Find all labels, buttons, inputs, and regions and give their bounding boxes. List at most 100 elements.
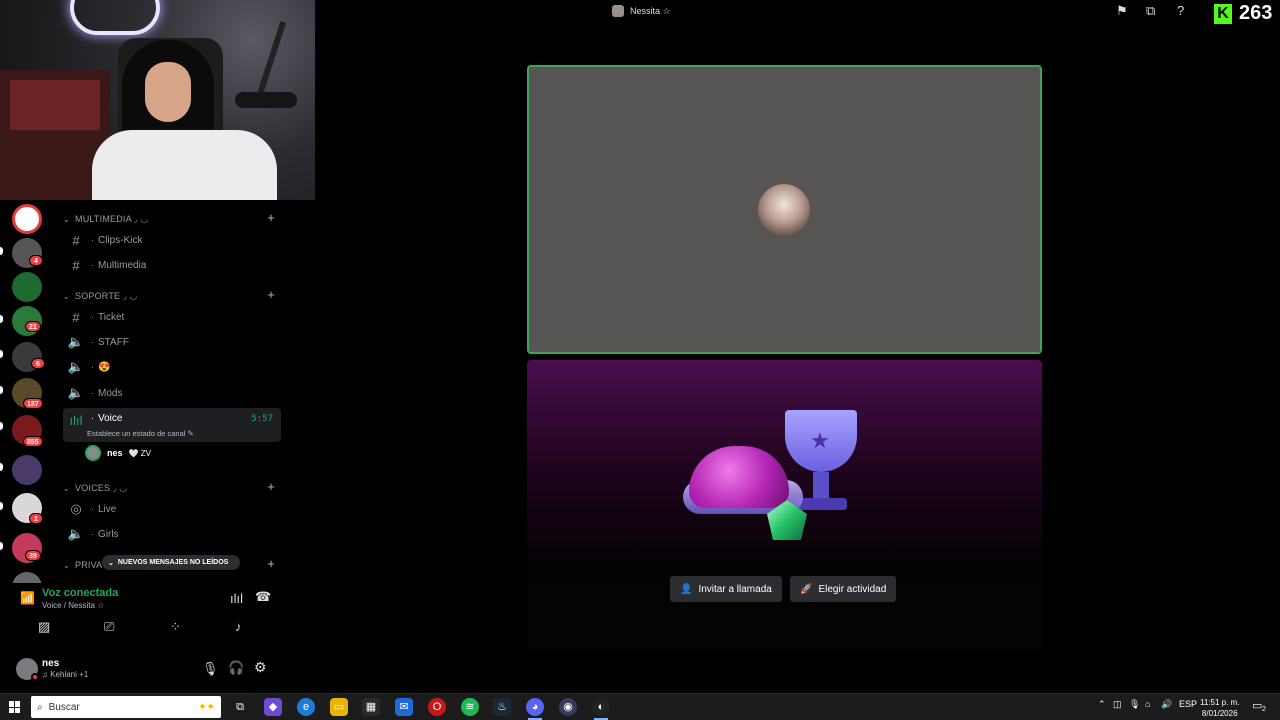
category-voices[interactable]: ⌄ VOICES ◞ ◡ + bbox=[63, 479, 277, 497]
status-indicator bbox=[31, 673, 39, 681]
language-indicator[interactable]: ESP bbox=[1179, 699, 1197, 709]
channel-status-prompt[interactable]: Establece un estado de canal ✎ bbox=[87, 429, 194, 438]
channel-dot: · bbox=[91, 362, 94, 372]
activity-label: Elegir actividad bbox=[818, 583, 887, 595]
spotify-icon[interactable]: ≋ bbox=[461, 698, 479, 716]
add-channel-icon[interactable]: + bbox=[267, 287, 275, 302]
neon-light bbox=[70, 0, 160, 35]
channel-label: Ticket bbox=[98, 311, 125, 323]
settings-gear-icon[interactable]: ⚙ bbox=[254, 659, 267, 676]
channel-label: Mods bbox=[98, 387, 123, 399]
channel-live[interactable]: ◎ · Live bbox=[63, 498, 281, 520]
taskbar-clock[interactable]: 11:51 p. m. 8/01/2026 bbox=[1200, 697, 1239, 719]
participant-tile[interactable] bbox=[527, 65, 1042, 354]
obs-icon[interactable]: ◐ bbox=[592, 698, 610, 716]
help-icon[interactable]: ? bbox=[1177, 3, 1184, 18]
sparkle-icon: ✦✦ bbox=[198, 701, 215, 713]
channel-voice-active[interactable]: ılıl · Voice 5:57 Establece un estado de… bbox=[63, 408, 281, 442]
username[interactable]: nes bbox=[42, 658, 59, 669]
call-title: Nessita ☆ bbox=[612, 4, 671, 18]
hashtag-icon: # bbox=[72, 257, 80, 273]
chevron-down-icon: ⌄ bbox=[63, 483, 70, 493]
voice-activity-icon: ılıl bbox=[69, 413, 83, 428]
camera-off-icon[interactable]: ▨ bbox=[38, 619, 50, 635]
app-icon[interactable]: ◉ bbox=[559, 698, 577, 716]
file-explorer-icon[interactable]: ▭ bbox=[330, 698, 348, 716]
channel-clips-kick[interactable]: # · Clips-Kick bbox=[63, 229, 281, 251]
signal-icon[interactable]: 📶 bbox=[20, 591, 35, 605]
unread-pill bbox=[0, 350, 3, 358]
unread-pill bbox=[0, 386, 3, 394]
mail-icon[interactable]: ✉ bbox=[395, 698, 413, 716]
server-folder-4[interactable] bbox=[12, 455, 42, 485]
chevron-down-icon: ⌄ bbox=[63, 291, 70, 301]
unread-pill bbox=[0, 463, 3, 471]
steam-icon[interactable]: ♨ bbox=[493, 698, 511, 716]
voice-status[interactable]: Voz conectada bbox=[42, 587, 118, 599]
shell-illustration bbox=[689, 446, 789, 508]
channel-staff[interactable]: 🔈 · STAFF bbox=[63, 331, 281, 353]
category-label: VOICES ◞ ◡ bbox=[75, 482, 128, 493]
stage-icon: ◎ bbox=[70, 501, 82, 516]
channel-label: Voice bbox=[98, 413, 123, 424]
channel-multimedia[interactable]: # · Multimedia bbox=[63, 254, 281, 276]
chevron-down-icon: ⌄ bbox=[63, 560, 70, 570]
soundboard-icon[interactable]: ♪ bbox=[235, 619, 242, 634]
store-icon[interactable]: ▦ bbox=[362, 698, 380, 716]
screen-share-icon[interactable]: ⎚ bbox=[104, 619, 114, 635]
server-badge: 1 bbox=[29, 513, 43, 524]
microphone-icon[interactable]: 🎙 bbox=[202, 661, 219, 677]
channel-girls[interactable]: 🔈 · Girls bbox=[63, 523, 281, 545]
noise-suppression-icon[interactable]: ılıl bbox=[230, 591, 243, 606]
category-label: MULTIMEDIA ◞ ◡ bbox=[75, 213, 149, 224]
avatar bbox=[612, 5, 624, 17]
server-badge: 4 bbox=[29, 255, 43, 266]
user-activity: ♫ Kehlani +1 bbox=[42, 670, 89, 679]
kick-viewer-counter: K 263 bbox=[1214, 2, 1272, 25]
unread-pill bbox=[0, 247, 3, 255]
microphone-icon[interactable]: 🎙 bbox=[1129, 699, 1140, 710]
webcam-overlay bbox=[0, 0, 315, 200]
activities-icon[interactable]: ⁘ bbox=[170, 619, 181, 635]
channel-label: Girls bbox=[98, 528, 119, 540]
hashtag-icon: # bbox=[72, 309, 80, 325]
channel-ticket[interactable]: # · Ticket bbox=[63, 306, 281, 328]
opera-icon[interactable]: O bbox=[428, 698, 446, 716]
headphones-icon[interactable]: 🎧 bbox=[228, 660, 244, 676]
channel-label: Multimedia bbox=[98, 259, 147, 271]
add-channel-icon[interactable]: + bbox=[267, 479, 275, 494]
server-icon-1[interactable] bbox=[12, 204, 42, 234]
popout-icon[interactable]: ⧉ bbox=[1146, 3, 1155, 19]
copilot-icon[interactable]: ◆ bbox=[264, 698, 282, 716]
channel-label: Live bbox=[98, 503, 117, 515]
invite-to-call-button[interactable]: 👤 Invitar a llamada bbox=[670, 576, 782, 602]
add-channel-icon[interactable]: + bbox=[267, 556, 275, 571]
disconnect-icon[interactable]: ☎ bbox=[255, 589, 271, 605]
flag-icon[interactable]: ⚑ bbox=[1116, 3, 1128, 19]
edge-icon[interactable]: e bbox=[297, 698, 315, 716]
notification-count: 2 bbox=[1262, 706, 1266, 713]
choose-activity-button[interactable]: 🚀 Elegir actividad bbox=[790, 576, 897, 602]
notifications-icon[interactable]: ▭ bbox=[1252, 699, 1262, 712]
server-icon-3[interactable] bbox=[12, 272, 42, 302]
volume-icon[interactable]: 🔊 bbox=[1161, 699, 1172, 710]
channel-dot: · bbox=[91, 413, 94, 423]
new-unread-messages-pill[interactable]: ⌄ NUEVOS MENSAJES NO LEÍDOS bbox=[102, 555, 240, 570]
add-channel-icon[interactable]: + bbox=[267, 210, 275, 225]
discord-icon[interactable]: ◕ bbox=[526, 698, 544, 716]
taskbar-search[interactable]: ⌕ Buscar ✦✦ bbox=[31, 696, 221, 718]
task-view-icon[interactable]: ⧉ bbox=[231, 698, 249, 716]
category-label: PRIVA bbox=[75, 560, 103, 570]
category-soporte[interactable]: ⌄ SOPORTE ◞ ◡ + bbox=[63, 287, 277, 305]
activity-panel: ★ 👤 Invitar a llamada 🚀 Elegir actividad bbox=[527, 360, 1042, 650]
streamer-sweater bbox=[92, 130, 277, 200]
category-multimedia[interactable]: ⌄ MULTIMEDIA ◞ ◡ + bbox=[63, 210, 277, 228]
tray-app-icon[interactable]: ◫ bbox=[1113, 699, 1122, 710]
chevron-up-icon[interactable]: ⌃ bbox=[1098, 699, 1106, 710]
voice-member[interactable]: nes 🤍 ZV bbox=[85, 444, 235, 462]
channel-mods[interactable]: 🔈 · Mods bbox=[63, 382, 281, 404]
network-icon[interactable]: ⌂ bbox=[1145, 699, 1150, 709]
windows-start-icon[interactable] bbox=[9, 701, 21, 713]
voice-location[interactable]: Voice / Nessita ☆ bbox=[42, 601, 104, 610]
channel-emoji[interactable]: 🔈 · 😍 bbox=[63, 356, 281, 378]
